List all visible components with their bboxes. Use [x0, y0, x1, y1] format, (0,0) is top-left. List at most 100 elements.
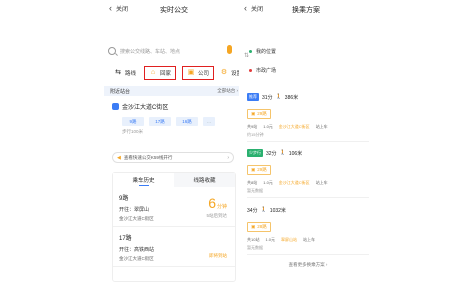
plan-fare: 1.0元	[263, 124, 273, 129]
route-icon: ⇆	[115, 69, 121, 76]
work-button[interactable]: ▣ 公司	[182, 66, 214, 80]
walk-icon: 🚶	[260, 207, 267, 213]
page-title: 实时公交	[160, 7, 188, 14]
right-topbar: ‹ 关闭 换乘方案	[239, 0, 373, 20]
plan-sub: 暂无数据	[247, 188, 263, 193]
origin-field[interactable]: 我的位置	[249, 46, 365, 57]
plan-walk: 106米	[288, 150, 303, 157]
plan-board-suffix: 站上车	[315, 180, 328, 185]
chevron-left-icon: ‹	[109, 3, 112, 13]
plan-meta: 共9站 1.0元 金沙江大道C街区 站上车	[247, 124, 369, 130]
plan-time: 32分	[266, 150, 277, 157]
plan-board-suffix: 站上车	[315, 124, 328, 129]
plan-card[interactable]: 34分 🚶 1032米 ▣ 28路 共10站 1.0元 翠屏山站 站上车 暂无数…	[247, 205, 369, 255]
all-stops-link[interactable]: 全部站台 ›	[217, 88, 238, 94]
route-label: 路线	[125, 71, 137, 77]
plan-route-chip: ▣ 29路	[247, 109, 271, 119]
see-more-plans-link[interactable]: 查看更多换乘方案 ›	[247, 262, 369, 268]
search-placeholder: 搜索公交线路、车站、地点	[120, 48, 181, 55]
route-button[interactable]: ⇆ 路线	[114, 66, 136, 80]
plan-card[interactable]: 少步行 32分 🚶 106米 ▣ 29路 共8站 1.0元 金沙江大道C街区 站…	[247, 148, 369, 198]
route-chips: 9路 17路 16路 …	[122, 117, 236, 126]
origin-destination: ⇅ 我的位置 市政广场	[244, 46, 365, 76]
more-routes-chip[interactable]: …	[203, 117, 215, 126]
destination-field[interactable]: 市政广场	[249, 65, 365, 76]
plan-walk: 386米	[284, 94, 299, 101]
plan-board-stop: 金沙江大道C街区	[278, 180, 310, 185]
home-icon: ⌂	[150, 69, 156, 76]
transfer-plan-panel: ‹ 关闭 换乘方案 ⇅ 我的位置 市政广场 推荐 31分 🚶 386米 ▣ 29…	[239, 0, 373, 283]
arrival-status: 即将到站	[209, 253, 227, 258]
plan-board-suffix: 站上车	[303, 237, 316, 242]
stop-name-row: 金沙江大道C街区	[112, 102, 236, 111]
plan-walk: 1032米	[269, 207, 286, 214]
megaphone-icon: ◀	[117, 154, 121, 161]
history-route: 17路	[119, 236, 132, 242]
notice-banner[interactable]: ◀ 查看快速公交K59线开行 ›	[112, 152, 234, 163]
route-chip[interactable]: 9路	[122, 117, 144, 126]
close-label: 关闭	[116, 7, 129, 13]
home-label: 回家	[160, 71, 172, 77]
plan-summary: 推荐 31分 🚶 386米	[247, 92, 369, 102]
route-chip[interactable]: 17路	[149, 117, 171, 126]
bus-icon	[112, 103, 119, 110]
gear-icon: ⚙	[220, 69, 228, 76]
plan-tag: 推荐	[247, 93, 259, 101]
home-button[interactable]: ⌂ 回家	[144, 66, 176, 80]
plan-summary: 少步行 32分 🚶 106米	[247, 148, 369, 158]
plan-meta: 共10站 1.0元 翠屏山站 站上车	[247, 237, 369, 243]
history-direction: 开往：高铁西站	[119, 247, 155, 253]
nearby-stops-header: 附近站台 全部站台 ›	[104, 86, 244, 96]
swap-icon[interactable]: ⇅	[244, 52, 249, 59]
destination-dot-icon	[249, 69, 252, 72]
search-icon	[108, 47, 116, 55]
plan-board-stop: 翠屏山站	[281, 237, 298, 242]
list-item[interactable]: 17路 开往：高铁西站 金沙江大道C街区 即将到站	[113, 227, 235, 267]
search-input[interactable]: 搜索公交线路、车站、地点	[108, 44, 236, 58]
plan-fare: 1.0元	[265, 237, 276, 242]
notice-text: 查看快速公交K59线开行	[123, 154, 173, 160]
nearby-stops-title: 附近站台	[110, 88, 131, 95]
walk-icon: 🚶	[279, 150, 286, 156]
plan-route: 28路	[257, 224, 267, 229]
list-item[interactable]: 9路 开往：翠屏山 金沙江大道C街区 6分钟 5站后到达	[113, 187, 235, 227]
plan-route: 29路	[257, 111, 267, 116]
plan-summary: 34分 🚶 1032米	[247, 205, 369, 215]
briefcase-icon: ▣	[187, 69, 195, 76]
plan-meta: 共8站 1.0元 金沙江大道C街区 站上车	[247, 180, 369, 186]
plan-time: 31分	[262, 94, 273, 101]
page-title: 换乘方案	[292, 7, 320, 14]
tab-favorite-routes[interactable]: 线路收藏	[174, 173, 235, 187]
stop-name: 金沙江大道C街区	[122, 105, 169, 111]
plan-route-chip: ▣ 28路	[247, 222, 271, 232]
plan-stops: 共10站	[247, 237, 260, 242]
plan-fare: 1.0元	[263, 180, 273, 185]
plan-route-chip: ▣ 29路	[247, 165, 271, 175]
plan-card[interactable]: 推荐 31分 🚶 386米 ▣ 29路 共9站 1.0元 金沙江大道C街区 站上…	[247, 92, 369, 142]
walk-distance: 步行100米	[122, 129, 144, 134]
bus-icon: ▣	[251, 224, 256, 229]
plan-sub: 约15分钟	[247, 132, 264, 137]
right-close-button[interactable]: ‹ 关闭	[244, 4, 264, 14]
plan-stops: 共8站	[247, 180, 258, 185]
arrival-status: 5站后到达	[206, 213, 227, 218]
bus-icon: ▣	[251, 111, 256, 116]
origin-dot-icon	[249, 50, 252, 53]
left-topbar: ‹ 关闭 实时公交	[104, 0, 244, 20]
realtime-bus-panel: ‹ 关闭 实时公交 搜索公交线路、车站、地点 ⇆ 路线 ⌂ 回家 ▣ 公司 ⚙ …	[104, 0, 244, 283]
arrival-minutes: 6	[208, 195, 216, 211]
shortcut-bar: ⇆ 路线 ⌂ 回家 ▣ 公司 ⚙ 设置	[114, 64, 242, 82]
left-close-button[interactable]: ‹ 关闭	[109, 3, 129, 14]
history-card: 乘车历史 线路收藏 9路 开往：翠屏山 金沙江大道C街区 6分钟 5站后到达 1…	[112, 172, 236, 282]
plan-route: 29路	[257, 167, 267, 172]
plan-time: 34分	[247, 207, 258, 214]
route-chip[interactable]: 16路	[176, 117, 198, 126]
close-label: 关闭	[251, 7, 264, 13]
plan-tag: 少步行	[247, 149, 263, 157]
chevron-right-icon: ›	[227, 154, 229, 161]
history-tabs: 乘车历史 线路收藏	[113, 173, 235, 187]
nearby-stop-card[interactable]: 金沙江大道C街区 9路 17路 16路 … 步行100米	[112, 98, 236, 146]
walk-icon: 🚶	[275, 94, 282, 100]
tab-ride-history[interactable]: 乘车历史	[113, 173, 174, 187]
microphone-icon[interactable]	[227, 45, 232, 54]
